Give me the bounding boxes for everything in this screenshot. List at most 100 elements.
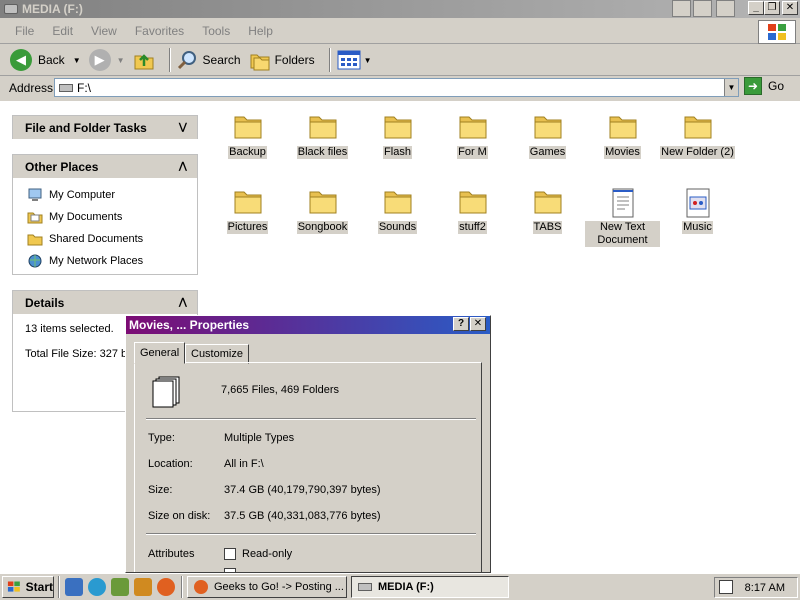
back-dropdown-icon[interactable]: ▼: [73, 56, 81, 65]
text-document-icon: [608, 187, 638, 218]
file-folder-tasks-header[interactable]: File and Folder Tasks ⋁: [13, 116, 197, 139]
task-media-label: MEDIA (F:): [378, 581, 434, 593]
item-games[interactable]: Games: [510, 112, 585, 159]
item-label: Games: [528, 146, 567, 159]
link-shared-documents[interactable]: Shared Documents: [13, 228, 197, 250]
task-firefox-label: Geeks to Go! -> Posting ...: [214, 581, 344, 593]
menu-view[interactable]: View: [82, 24, 126, 38]
clock[interactable]: 8:17 AM: [745, 582, 785, 594]
tray-icon-2[interactable]: [693, 0, 712, 17]
address-dropdown-icon[interactable]: ▼: [724, 79, 738, 96]
quicklaunch-aim-icon[interactable]: [134, 578, 152, 596]
menu-tools[interactable]: Tools: [193, 24, 239, 38]
readonly-label: Read-only: [242, 548, 293, 560]
menu-edit[interactable]: Edit: [43, 24, 82, 38]
divider: [146, 418, 476, 420]
item-label: stuff2: [458, 221, 487, 234]
restore-button[interactable]: ❐: [764, 1, 780, 15]
readonly-checkbox-box[interactable]: [224, 548, 236, 560]
drive-icon: [59, 83, 73, 92]
menu-file[interactable]: File: [6, 24, 43, 38]
task-firefox[interactable]: Geeks to Go! -> Posting ...: [187, 576, 347, 598]
item-sounds[interactable]: Sounds: [360, 187, 435, 234]
dialog-close-button[interactable]: ✕: [470, 317, 486, 331]
up-folder-button[interactable]: [133, 49, 155, 71]
folder-icon: [233, 112, 263, 140]
tab-customize[interactable]: Customize: [185, 344, 249, 364]
forward-button[interactable]: ▶ ▼: [88, 49, 125, 71]
details-title: Details: [25, 295, 65, 310]
help-button[interactable]: ?: [453, 317, 469, 331]
quicklaunch-ie-icon[interactable]: [88, 578, 106, 596]
task-media-explorer[interactable]: MEDIA (F:): [351, 576, 509, 598]
network-places-icon: [27, 254, 43, 268]
tray-icon-1[interactable]: [672, 0, 691, 17]
item-label: For M: [457, 146, 488, 159]
item-black-files[interactable]: Black files: [285, 112, 360, 159]
back-arrow-icon: ◀: [10, 49, 32, 71]
folders-button[interactable]: Folders: [249, 49, 315, 71]
item-label: Flash: [383, 146, 412, 159]
item-tabs[interactable]: TABS: [510, 187, 585, 234]
general-tab-page: 7,665 Files, 469 Folders Type: Multiple T…: [134, 362, 482, 572]
link-my-documents[interactable]: My Documents: [13, 206, 197, 228]
item-songbook[interactable]: Songbook: [285, 187, 360, 234]
title-bar[interactable]: MEDIA (F:) _ ❐ ✕: [0, 0, 800, 18]
tab-general[interactable]: General: [134, 342, 186, 364]
item-label: TABS: [532, 221, 563, 234]
explorer-window: MEDIA (F:) _ ❐ ✕ File Edit View Favorite…: [0, 0, 800, 573]
link-shared-documents-label: Shared Documents: [49, 233, 144, 245]
item-label: Backup: [228, 146, 267, 159]
folders-icon: [250, 54, 270, 71]
folder-icon: [533, 187, 563, 215]
volume-icon[interactable]: [719, 580, 733, 594]
menu-favorites[interactable]: Favorites: [126, 24, 193, 38]
quicklaunch-desktop-icon[interactable]: [65, 578, 83, 596]
forward-dropdown-icon[interactable]: ▼: [117, 56, 125, 65]
tray-icon-3[interactable]: [716, 0, 735, 17]
chevron-down-icon[interactable]: ⋁: [179, 122, 187, 133]
menu-help[interactable]: Help: [239, 24, 282, 38]
address-value: F:\: [77, 80, 91, 95]
item-for-m[interactable]: For M: [435, 112, 510, 159]
item-new-text-document[interactable]: New Text Document: [585, 187, 660, 247]
item-label: Black files: [296, 146, 349, 159]
item-flash[interactable]: Flash: [360, 112, 435, 159]
file-folder-tasks-panel[interactable]: File and Folder Tasks ⋁: [12, 115, 198, 139]
location-label: Location:: [148, 458, 193, 470]
link-my-network-places[interactable]: My Network Places: [13, 250, 197, 272]
item-pictures[interactable]: Pictures: [210, 187, 285, 234]
item-new-folder-2[interactable]: New Folder (2): [660, 112, 735, 159]
minimize-button[interactable]: _: [748, 1, 764, 15]
dialog-title-bar[interactable]: Movies, ... Properties ? ✕: [126, 316, 490, 334]
chevron-up-icon[interactable]: ⋀: [179, 161, 187, 172]
toolbar-separator: [168, 48, 171, 72]
details-header[interactable]: Details ⋀: [13, 291, 197, 314]
drive-icon: [4, 4, 18, 14]
taskbar-separator: [58, 576, 60, 598]
go-button[interactable]: ➜ Go: [744, 77, 784, 95]
item-stuff2[interactable]: stuff2: [435, 187, 510, 234]
back-button[interactable]: ◀ Back ▼: [10, 49, 81, 71]
toolbar: ◀ Back ▼ ▶ ▼ Search Folders ▼: [0, 45, 800, 76]
quicklaunch-firefox-icon[interactable]: [157, 578, 175, 596]
drive-icon: [358, 583, 372, 591]
other-places-panel: Other Places ⋀ My Computer My Documents …: [12, 154, 198, 275]
address-input[interactable]: F:\ ▼: [54, 78, 739, 97]
start-button[interactable]: Start: [2, 576, 54, 598]
chevron-up-icon[interactable]: ⋀: [179, 297, 187, 308]
readonly-checkbox[interactable]: Read-only: [224, 548, 292, 560]
close-button[interactable]: ✕: [782, 1, 798, 15]
search-button[interactable]: Search: [177, 49, 241, 71]
link-my-computer[interactable]: My Computer: [13, 184, 197, 206]
other-places-header[interactable]: Other Places ⋀: [13, 155, 197, 178]
file-folder-tasks-title: File and Folder Tasks: [25, 120, 147, 135]
windows-flag-icon: [7, 581, 20, 592]
quicklaunch-app-icon[interactable]: [111, 578, 129, 596]
item-music[interactable]: Music: [660, 187, 735, 234]
item-backup[interactable]: Backup: [210, 112, 285, 159]
item-movies[interactable]: Movies: [585, 112, 660, 159]
multiple-files-icon: [152, 376, 180, 408]
views-button[interactable]: ▼: [337, 50, 372, 70]
go-label: Go: [768, 79, 785, 93]
